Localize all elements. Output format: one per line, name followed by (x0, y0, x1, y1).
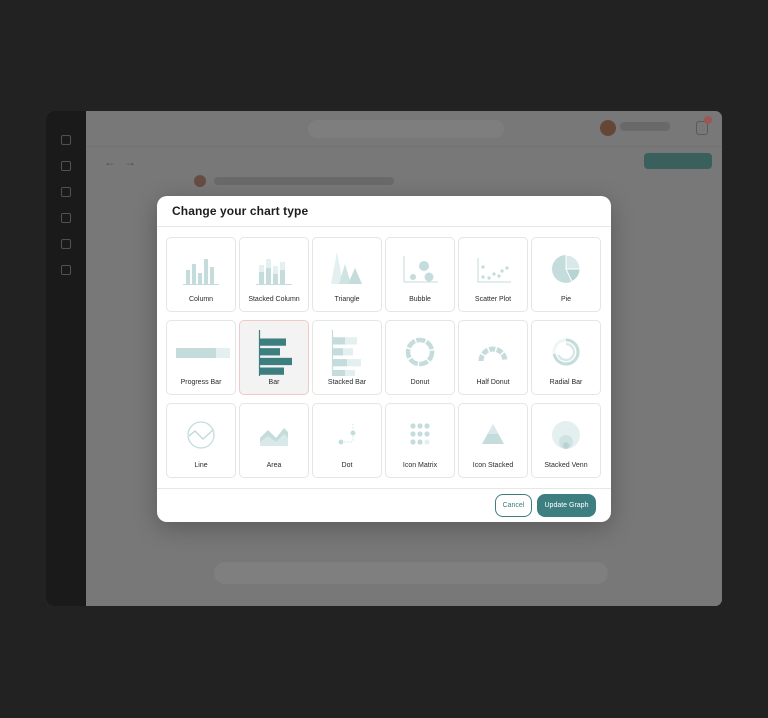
half-donut-chart-icon (478, 346, 508, 362)
chart-tile-stacked-column[interactable]: Stacked Column (239, 237, 309, 312)
chart-tile-icon-stacked[interactable]: Icon Stacked (458, 403, 528, 478)
chart-type-modal: Change your chart type Column Stacked Co… (157, 196, 611, 522)
chart-tile-radial-bar[interactable]: Radial Bar (531, 320, 601, 395)
chart-tile-stacked-bar[interactable]: Stacked Bar (312, 320, 382, 395)
area-chart-icon (260, 428, 288, 446)
cancel-button[interactable]: Cancel (495, 494, 532, 517)
radial-bar-chart-icon (552, 338, 580, 366)
chart-tile-line[interactable]: Line (166, 403, 236, 478)
chart-tile-label: Pie (560, 296, 572, 303)
chart-tile-label: Bar (268, 379, 280, 386)
chart-tile-scatter-plot[interactable]: Scatter Plot (458, 237, 528, 312)
chart-tile-label: Bubble (409, 296, 431, 303)
scatter-plot-icon (477, 258, 511, 283)
stacked-venn-chart-icon (552, 421, 580, 449)
triangle-chart-icon (331, 252, 362, 284)
chart-tile-label: Radial Bar (549, 379, 583, 386)
chart-tile-label: Progress Bar (180, 379, 222, 386)
column-chart-icon (183, 259, 219, 285)
dot-chart-icon (338, 424, 356, 445)
line-chart-icon (187, 421, 215, 449)
chart-tile-bar[interactable]: Bar (239, 320, 309, 395)
chart-tile-pie[interactable]: Pie (531, 237, 601, 312)
progress-bar-icon (176, 348, 230, 358)
modal-header: Change your chart type (157, 196, 611, 227)
chart-tile-label: Icon Stacked (472, 462, 514, 469)
chart-tile-area[interactable]: Area (239, 403, 309, 478)
chart-tile-stacked-venn[interactable]: Stacked Venn (531, 403, 601, 478)
chart-tile-progress-bar[interactable]: Progress Bar (166, 320, 236, 395)
chart-tile-label: Dot (341, 462, 353, 469)
chart-tile-bubble[interactable]: Bubble (385, 237, 455, 312)
chart-type-grid: Column Stacked Column Triangle Bubble Sc… (166, 237, 602, 478)
chart-tile-label: Line (194, 462, 208, 469)
chart-tile-label: Scatter Plot (474, 296, 512, 303)
stacked-bar-chart-icon (331, 330, 361, 376)
chart-tile-label: Stacked Column (248, 296, 300, 303)
stacked-column-chart-icon (256, 259, 292, 285)
chart-tile-dot[interactable]: Dot (312, 403, 382, 478)
chart-tile-triangle[interactable]: Triangle (312, 237, 382, 312)
chart-tile-donut[interactable]: Donut (385, 320, 455, 395)
chart-tile-column[interactable]: Column (166, 237, 236, 312)
chart-tile-label: Column (188, 296, 214, 303)
icon-stacked-chart-icon (482, 424, 504, 444)
chart-tile-label: Donut (410, 379, 430, 386)
chart-tile-label: Triangle (334, 296, 360, 303)
bar-chart-icon (258, 330, 292, 376)
pie-chart-icon (552, 254, 581, 283)
chart-tile-label: Icon Matrix (402, 462, 438, 469)
chart-tile-label: Half Donut (476, 379, 510, 386)
chart-tile-half-donut[interactable]: Half Donut (458, 320, 528, 395)
bubble-chart-icon (403, 256, 438, 283)
donut-chart-icon (405, 337, 435, 367)
chart-tile-label: Area (266, 462, 282, 469)
icon-matrix-chart-icon (410, 423, 430, 445)
chart-tile-label: Stacked Venn (544, 462, 588, 469)
chart-tile-label: Stacked Bar (327, 379, 367, 386)
modal-title: Change your chart type (172, 204, 309, 218)
modal-footer-divider (157, 488, 611, 489)
chart-tile-icon-matrix[interactable]: Icon Matrix (385, 403, 455, 478)
update-graph-button[interactable]: Update Graph (537, 494, 596, 517)
